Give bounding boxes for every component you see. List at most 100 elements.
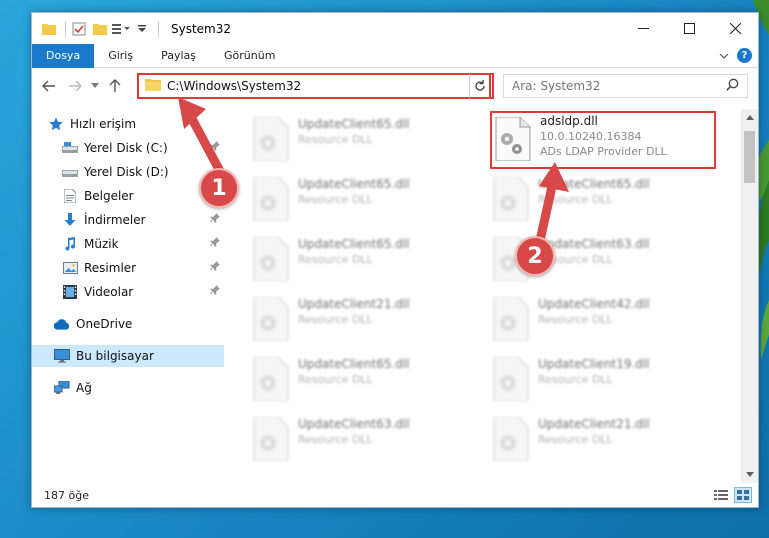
minimize-button[interactable] [620,13,666,44]
file-name: UpdateClient65.dll [298,357,410,371]
vertical-scrollbar[interactable] [741,109,758,483]
list-item[interactable]: UpdateClient65.dll Resource DLL [468,171,698,227]
pin-icon[interactable] [210,261,220,274]
up-button[interactable] [102,73,128,99]
properties-icon[interactable] [70,20,88,38]
sidebar-item-pictures[interactable]: Resimler [32,257,224,279]
tiles-view-icon[interactable] [734,487,752,503]
search-input[interactable] [512,79,712,93]
step-badge-1: 1 [199,168,239,208]
file-text: UpdateClient19.dll Resource DLL [538,357,650,387]
refresh-button[interactable] [469,73,491,99]
file-text: UpdateClient65.dll Resource DLL [298,237,410,267]
list-item[interactable]: UpdateClient65.dll Resource DLL [228,351,458,407]
tab-home[interactable]: Giriş [94,44,147,68]
list-item[interactable]: UpdateClient63.dll Resource DLL [468,231,698,287]
sidebar-item-label: Resimler [84,261,137,275]
status-bar: 187 öğe [32,483,758,507]
file-type: Resource DLL [538,433,613,446]
file-type: Resource DLL [298,313,373,326]
list-item[interactable]: UpdateClient65.dll Resource DLL [228,171,458,227]
pin-icon[interactable] [210,285,220,298]
list-item[interactable]: UpdateClient21.dll Resource DLL [228,291,458,347]
search-icon[interactable] [726,78,739,95]
highlighted-file-adsldp[interactable]: adsldp.dll 10.0.10240.16384 ADs LDAP Pro… [490,111,716,169]
tab-file[interactable]: Dosya [32,43,95,68]
sidebar-item-label: Videolar [84,285,134,299]
details-view-icon[interactable] [712,487,730,503]
maximize-button[interactable] [666,13,712,44]
list-item[interactable]: UpdateClient21.dll Resource DLL [468,411,698,467]
dll-file-icon [493,177,529,221]
sidebar-item-downloads[interactable]: İndirmeler [32,209,224,231]
sidebar-item-onedrive[interactable]: OneDrive [32,313,224,335]
file-text: UpdateClient65.dll Resource DLL [298,117,410,147]
search-box[interactable] [503,74,748,98]
dll-file-icon [493,297,529,341]
sidebar-item-this-pc[interactable]: Bu bilgisayar [32,345,224,367]
list-item[interactable]: UpdateClient19.dll Resource DLL [468,351,698,407]
list-item[interactable]: UpdateClient65.dll Resource DLL [228,231,458,287]
list-item[interactable]: UpdateClient42.dll Resource DLL [468,291,698,347]
file-text: UpdateClient65.dll Resource DLL [298,357,410,387]
file-text: UpdateClient42.dll Resource DLL [538,297,650,327]
list-item[interactable]: UpdateClient63.dll Resource DLL [228,411,458,467]
close-button[interactable] [712,13,758,44]
file-text: UpdateClient63.dll Resource DLL [298,417,410,447]
chevron-down-icon[interactable] [133,20,151,38]
dll-file-icon [253,357,289,401]
tab-view[interactable]: Görünüm [210,44,289,68]
customize-icon[interactable] [112,20,130,38]
sidebar-item-music[interactable]: Müzik [32,233,224,255]
item-count: 187 öğe [44,488,89,502]
help-icon[interactable]: ? [737,48,752,63]
scroll-up-button[interactable] [741,109,758,126]
sidebar-item-label: Belgeler [84,189,134,203]
file-text: UpdateClient65.dll Resource DLL [298,177,410,207]
file-name: UpdateClient42.dll [538,297,650,311]
list-item[interactable]: adsldp.dll 10.0.10240.16384 ADs LDAP Pro… [490,111,716,167]
sidebar-item-label: Yerel Disk (C:) [84,141,168,155]
dll-file-icon [253,237,289,281]
sidebar-item-videos[interactable]: Videolar [32,281,224,303]
dll-file-icon [493,417,529,461]
file-text: adsldp.dll 10.0.10240.16384 ADs LDAP Pro… [540,114,667,159]
file-type: Resource DLL [298,253,373,266]
ribbon-tabs: Dosya Giriş Paylaş Görünüm ? [32,43,758,68]
file-type: Resource DLL [538,313,613,326]
drive-icon [62,164,78,180]
tab-share[interactable]: Paylaş [147,44,210,68]
documents-icon [62,188,78,204]
file-type: Resource DLL [298,193,373,206]
back-button[interactable] [36,73,62,99]
file-name: UpdateClient65.dll [298,117,410,131]
file-type: Resource DLL [298,133,373,146]
scroll-thumb[interactable] [744,131,755,183]
scroll-down-button[interactable] [741,466,758,483]
dll-file-icon [253,417,289,461]
new-folder-icon[interactable] [91,20,109,38]
drive-icon [62,140,78,156]
pin-icon[interactable] [210,237,220,250]
pin-icon[interactable] [210,213,220,226]
cloud-icon [54,316,70,332]
recent-locations-button[interactable] [88,73,102,99]
dll-file-icon [493,357,529,401]
file-type: ADs LDAP Provider DLL [540,145,667,158]
pictures-icon [62,260,78,276]
toolbar-separator [158,20,159,37]
computer-icon [54,348,70,364]
list-item[interactable]: UpdateClient65.dll Resource DLL [228,111,458,167]
sidebar-item-network[interactable]: Ağ [32,377,224,399]
expand-ribbon-icon[interactable] [719,49,729,63]
window-title: System32 [171,21,232,36]
file-name: UpdateClient63.dll [298,417,410,431]
folder-icon [40,20,58,38]
sidebar-item-documents[interactable]: Belgeler [32,185,224,207]
star-icon [48,116,64,132]
download-icon [62,212,78,228]
file-type: Resource DLL [538,373,613,386]
video-icon [62,284,78,300]
navigation-bar: C:\Windows\System32 [32,69,758,103]
forward-button[interactable] [62,73,88,99]
